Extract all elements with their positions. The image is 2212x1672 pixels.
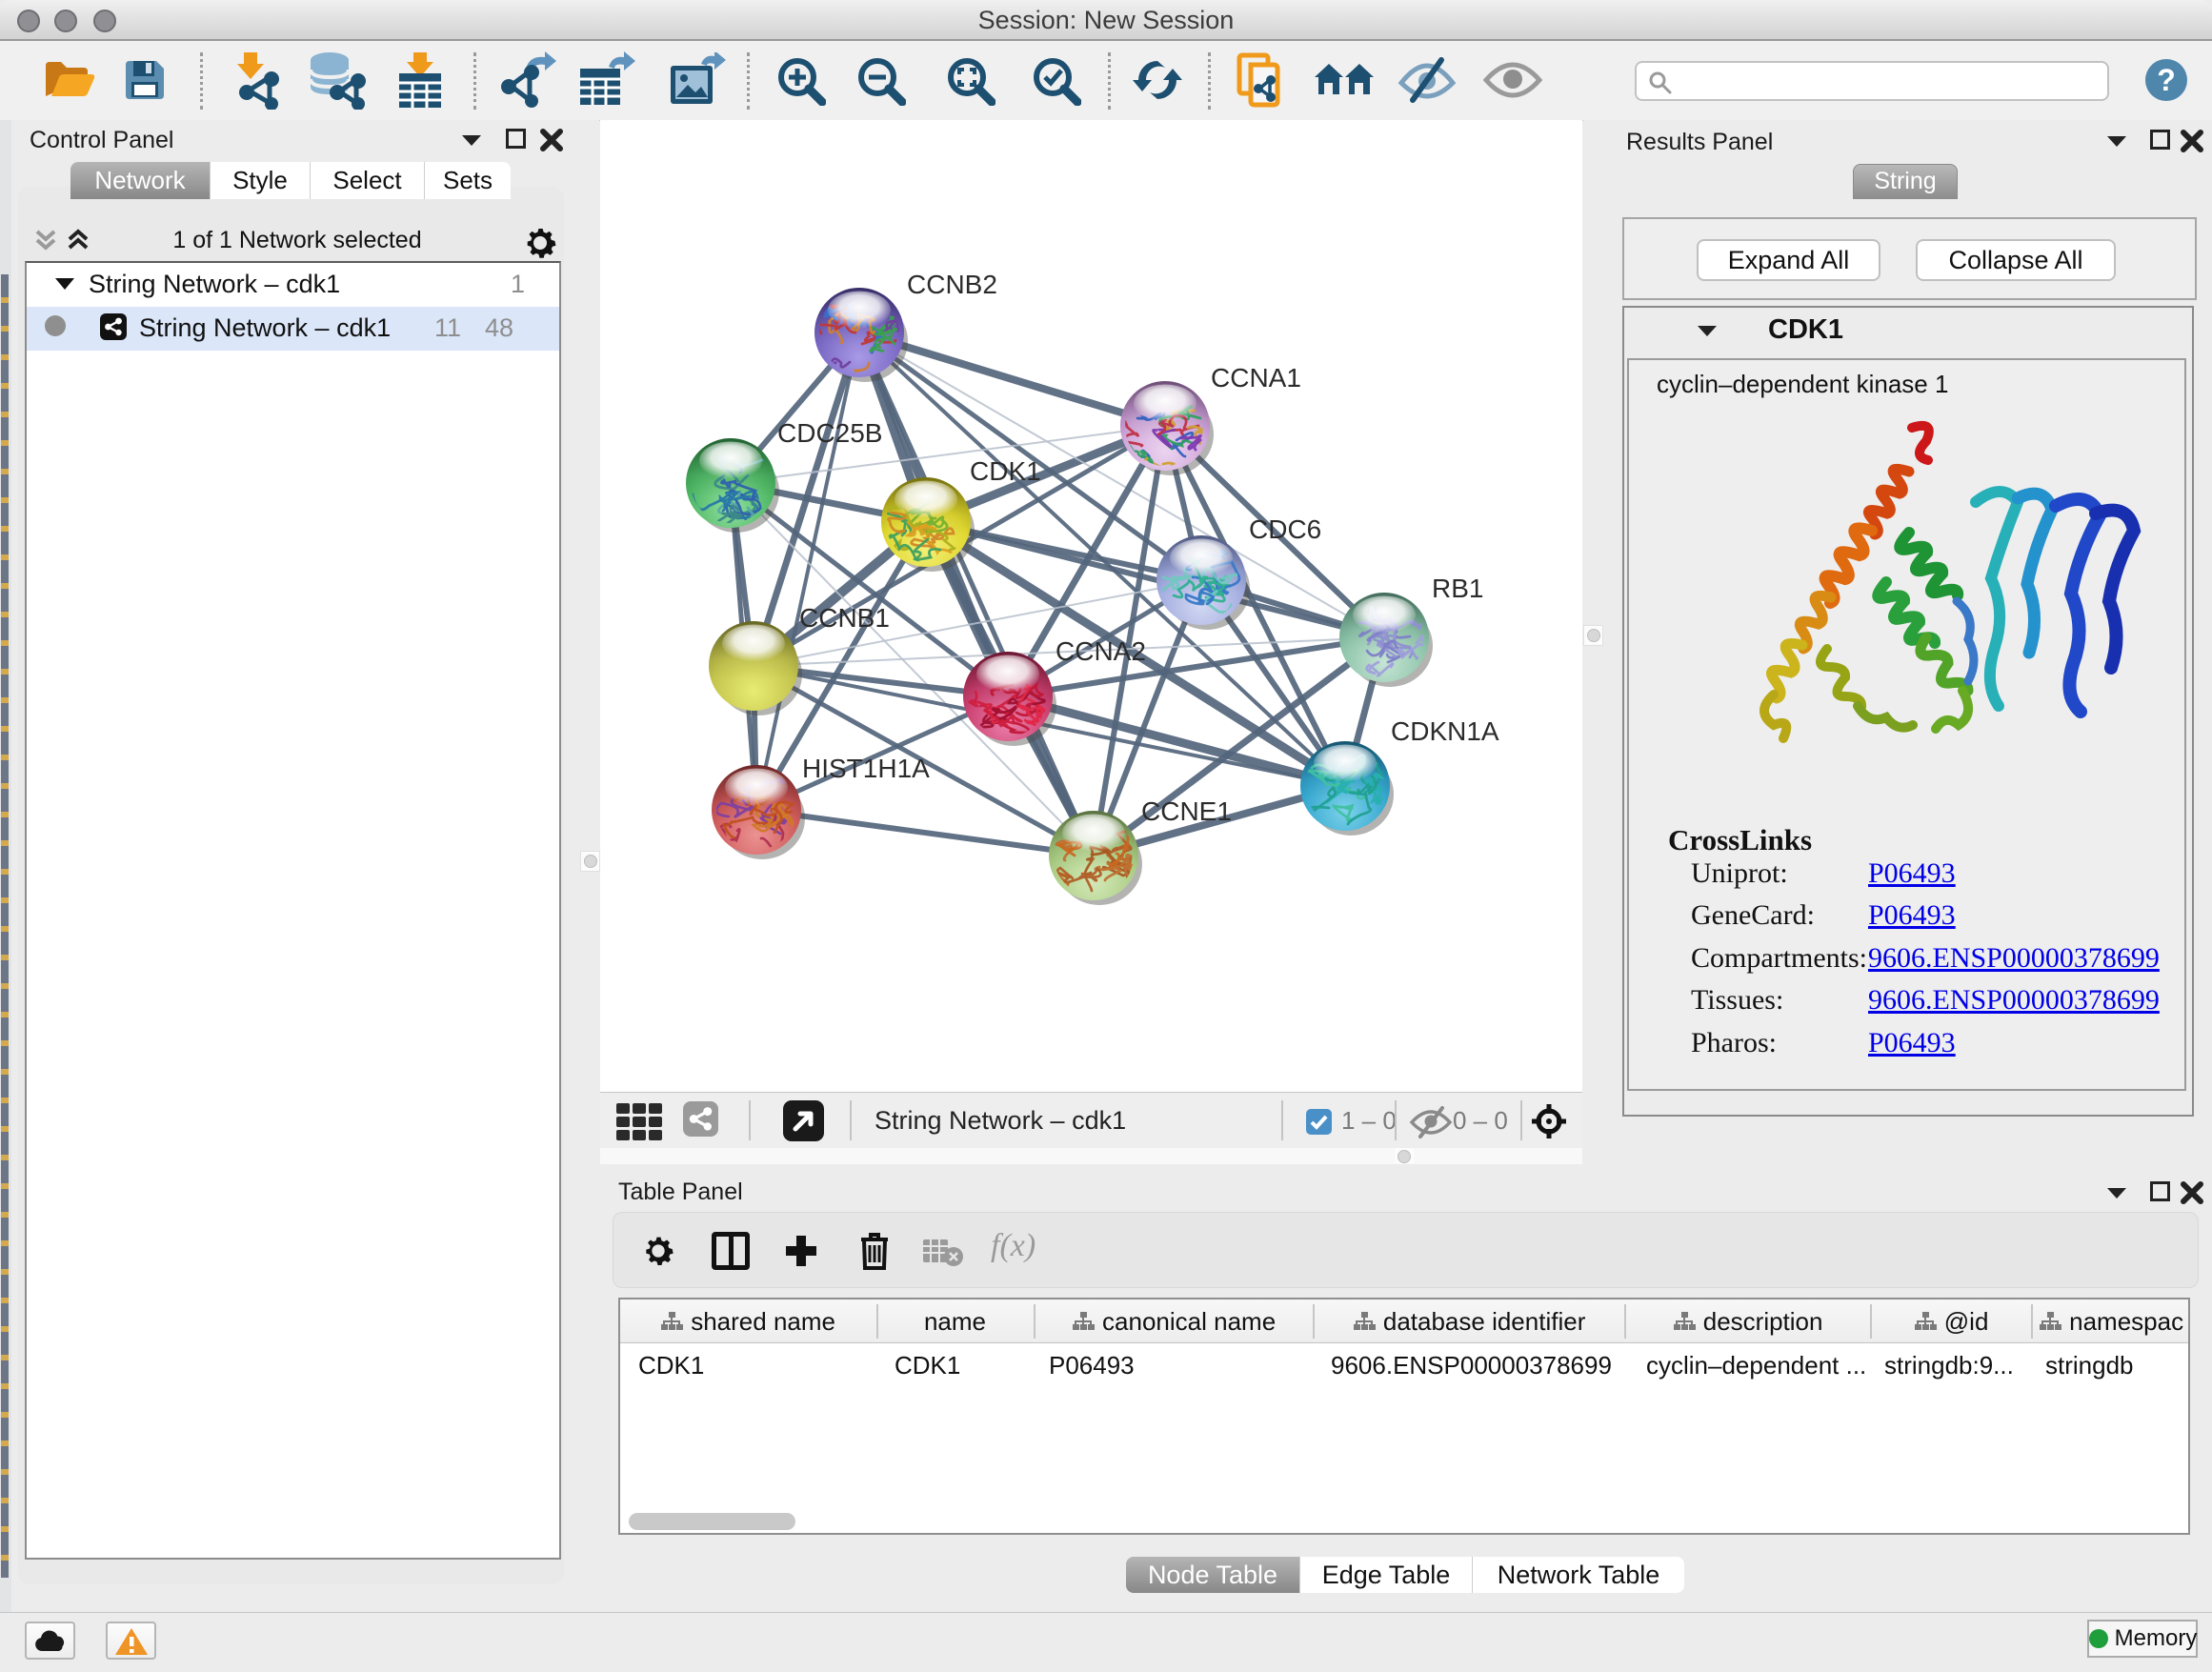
svg-text:CDK1: CDK1 bbox=[970, 456, 1041, 486]
svg-text:CCNA1: CCNA1 bbox=[1211, 363, 1301, 393]
svg-text:CDC25B: CDC25B bbox=[777, 418, 882, 448]
svg-text:CDKN1A: CDKN1A bbox=[1391, 716, 1499, 746]
svg-text:RB1: RB1 bbox=[1432, 574, 1483, 603]
svg-text:CCNB1: CCNB1 bbox=[799, 603, 890, 633]
svg-text:CCNA2: CCNA2 bbox=[1056, 636, 1146, 666]
svg-text:CDC6: CDC6 bbox=[1249, 514, 1321, 544]
svg-text:CCNB2: CCNB2 bbox=[907, 270, 997, 299]
svg-text:HIST1H1A: HIST1H1A bbox=[802, 754, 930, 783]
svg-text:CCNE1: CCNE1 bbox=[1141, 796, 1232, 826]
